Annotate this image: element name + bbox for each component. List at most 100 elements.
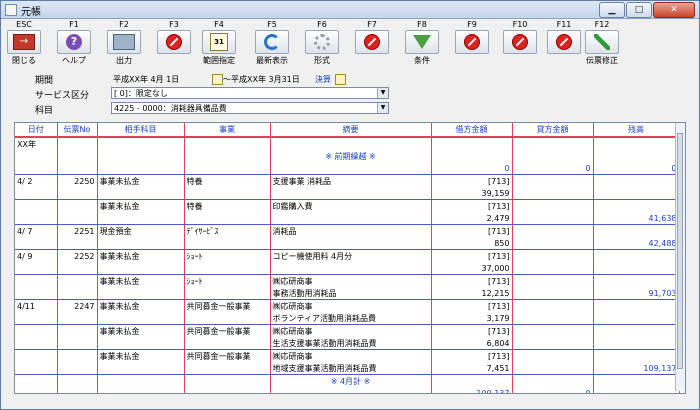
table-row[interactable]: ※ 前期繰越 ※ xyxy=(15,150,680,162)
table-cell: 2247 xyxy=(57,299,98,312)
table-cell xyxy=(15,324,58,337)
gear-icon[interactable] xyxy=(305,30,339,54)
service-select[interactable]: [ 0]：限定なし ▼ xyxy=(111,87,389,99)
table-row[interactable]: 4/11 2247 事業未払金 共同募金一般事業 ㈱応研商事 [713] xyxy=(15,299,680,312)
table-cell xyxy=(593,262,680,275)
toolbar-button-f7[interactable]: F7 xyxy=(351,20,393,66)
table-cell xyxy=(512,274,594,287)
table-row[interactable]: 4/ 7 2251 現金預金 ﾃﾞｲｻｰﾋﾞｽ 消耗品 [713] xyxy=(15,224,680,237)
table-cell: 消耗品 xyxy=(270,224,432,237)
table-row[interactable]: 事業未払金 共同募金一般事業 ㈱応研商事 [713] xyxy=(15,324,680,337)
table-cell xyxy=(593,349,680,362)
toolbar-button-f3[interactable]: F3 xyxy=(153,20,195,66)
toolbar-button-f4[interactable]: F4 31 範囲指定 xyxy=(198,20,240,66)
table-cell xyxy=(593,324,680,337)
chevron-down-icon[interactable]: ▼ xyxy=(377,103,388,113)
table-cell: 支援事業 消耗品 xyxy=(270,174,432,187)
table-row[interactable]: ボランティア活動用消耗品費 3,179 xyxy=(15,312,680,325)
table-cell xyxy=(512,199,594,212)
maximize-button[interactable]: □ xyxy=(626,2,652,18)
toolbar-button-label: 条件 xyxy=(414,56,430,65)
table-cell xyxy=(15,187,58,200)
table-cell: 0 xyxy=(512,162,594,175)
scrollbar-thumb[interactable] xyxy=(677,133,683,369)
toolbar-button-f5[interactable]: F5 最新表示 xyxy=(251,20,293,66)
disabled-icon[interactable] xyxy=(157,30,191,54)
toolbar-button-f12[interactable]: F12 伝票修正 xyxy=(581,20,623,66)
table-cell xyxy=(97,150,185,162)
table-row[interactable]: ※ 4月計 ※ xyxy=(15,374,680,387)
table-row[interactable]: 850 42,488 xyxy=(15,237,680,250)
toolbar-button-f6[interactable]: F6 形式 xyxy=(301,20,343,66)
toolbar-button-label: 範囲指定 xyxy=(203,56,235,65)
table-cell xyxy=(15,362,58,375)
period-from[interactable]: 平成XX年 4月 1日 xyxy=(113,74,179,85)
disabled-icon[interactable] xyxy=(547,30,581,54)
table-cell: 3,179 xyxy=(431,312,513,325)
function-key-label: F3 xyxy=(169,20,179,29)
filter-icon[interactable] xyxy=(405,30,439,54)
refresh-icon[interactable] xyxy=(255,30,289,54)
table-row[interactable]: 事業未払金 ｼｮｰﾄ ㈱応研商事 [713] xyxy=(15,274,680,287)
table-cell: [713] xyxy=(431,274,513,287)
toolbar-button-f11[interactable]: F11 xyxy=(543,20,585,66)
table-cell: 12,215 xyxy=(431,287,513,300)
table-row[interactable]: 事業未払金 共同募金一般事業 ㈱応研商事 [713] xyxy=(15,349,680,362)
table-row[interactable]: 37,000 xyxy=(15,262,680,275)
table-row[interactable]: XX年 xyxy=(15,137,680,150)
service-value: [ 0]：限定なし xyxy=(114,89,168,98)
table-cell: 2250 xyxy=(57,174,98,187)
subject-select[interactable]: 4225 - 0000：消耗器具備品費 ▼ xyxy=(111,102,389,114)
disabled-icon[interactable] xyxy=(455,30,489,54)
toolbar-button-f8[interactable]: F8 条件 xyxy=(401,20,443,66)
table-row[interactable]: 生活支援事業活動用消耗品費 6,804 xyxy=(15,337,680,350)
disabled-icon[interactable] xyxy=(503,30,537,54)
vertical-scrollbar[interactable] xyxy=(675,123,685,391)
printer-icon[interactable] xyxy=(107,30,141,54)
table-cell xyxy=(57,162,98,175)
table-row[interactable]: 事務活動用消耗品 12,215 91,703 xyxy=(15,287,680,300)
settlement-link[interactable]: 決算 xyxy=(315,74,331,85)
chevron-down-icon[interactable]: ▼ xyxy=(377,88,388,98)
table-row[interactable]: 2,479 41,638 xyxy=(15,212,680,225)
toolbar-button-esc[interactable]: ESC → 閉じる xyxy=(3,20,45,66)
period-to[interactable]: ～平成XX年 3月31日 xyxy=(223,74,300,85)
calendar-icon[interactable] xyxy=(212,74,223,85)
table-cell xyxy=(593,274,680,287)
minimize-button[interactable]: ▁ xyxy=(599,2,625,18)
table-cell xyxy=(97,387,185,393)
toolbar-button-label: 形式 xyxy=(314,56,330,65)
toolbar-button-f9[interactable]: F9 xyxy=(451,20,493,66)
table-cell xyxy=(57,337,98,350)
table-cell xyxy=(57,212,98,225)
table-cell: 39,159 xyxy=(431,187,513,200)
calendar-icon[interactable] xyxy=(335,74,346,85)
function-key-label: F8 xyxy=(417,20,427,29)
filter-panel: 期間 平成XX年 4月 1日 ～平成XX年 3月31日 決算 サービス区分 [ … xyxy=(3,71,697,121)
toolbar-button-f1[interactable]: F1? ヘルプ xyxy=(53,20,95,66)
table-row[interactable]: 109,137 0 xyxy=(15,387,680,393)
disabled-icon[interactable] xyxy=(355,30,389,54)
table-row[interactable]: 000 xyxy=(15,162,680,175)
table-row[interactable]: 4/ 9 2252 事業未払金 ｼｮｰﾄ コピー機使用料 4月分 [713] xyxy=(15,249,680,262)
toolbar-button-f2[interactable]: F2 出力 xyxy=(103,20,145,66)
table-cell xyxy=(57,150,98,162)
calendar-icon[interactable]: 31 xyxy=(202,30,236,54)
table-row[interactable]: 地域支援事業活動用消耗品費 7,451 109,137 xyxy=(15,362,680,375)
function-key-label: F11 xyxy=(556,20,572,29)
table-row[interactable]: 39,159 xyxy=(15,187,680,200)
toolbar-button-f10[interactable]: F10 xyxy=(499,20,541,66)
arrow-up-icon[interactable] xyxy=(585,30,619,54)
table-cell xyxy=(97,287,185,300)
table-cell: 109,137 xyxy=(431,387,513,393)
exit-icon[interactable]: → xyxy=(7,30,41,54)
subject-value: 4225 - 0000：消耗器具備品費 xyxy=(114,104,227,113)
help-icon[interactable]: ? xyxy=(57,30,91,54)
close-button[interactable]: ✕ xyxy=(653,2,695,18)
table-cell xyxy=(593,374,680,387)
table-row[interactable]: 4/ 2 2250 事業未払金 特養 支援事業 消耗品 [713] xyxy=(15,174,680,187)
table-cell: ※ 前期繰越 ※ xyxy=(270,150,432,162)
table-row[interactable]: 事業未払金 特養 印鑑購入費 [713] xyxy=(15,199,680,212)
table-cell: 共同募金一般事業 xyxy=(184,349,271,362)
function-key-label: F6 xyxy=(317,20,327,29)
